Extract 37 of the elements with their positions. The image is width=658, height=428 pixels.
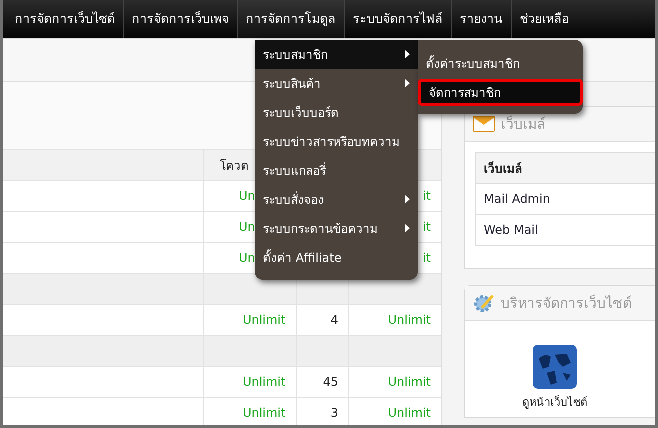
quota-cell: Un xyxy=(239,251,256,265)
gear-pencil-icon xyxy=(473,292,495,314)
menu-item[interactable]: ระบบสมาชิก xyxy=(255,40,418,69)
remaining-cell: it xyxy=(422,251,431,265)
remaining-cell: Unlimit xyxy=(388,313,431,327)
box-title: เว็บเมล์ xyxy=(501,114,546,135)
nav-menu-item[interactable]: การจัดการโมดูล xyxy=(238,0,345,38)
table-header: เว็บเมล์ xyxy=(484,160,522,178)
quota-cell: Un xyxy=(239,189,256,203)
box-title: บริหารจัดการเว็บไซต์ xyxy=(501,294,632,314)
column-header: โควต xyxy=(220,158,249,172)
quota-cell: Unlimit xyxy=(242,406,286,420)
shortcut-label[interactable]: ดูหน้าเว็บไซต์ xyxy=(522,393,588,411)
quota-cell: Un xyxy=(239,220,256,234)
menu-item[interactable]: ระบบข่าวสารหรือบทความ xyxy=(255,127,418,156)
used-cell: 45 xyxy=(323,375,338,389)
quota-cell: Unlimit xyxy=(242,375,286,389)
remaining-cell: Unlimit xyxy=(388,406,431,420)
menu-item[interactable]: ตั้งค่าระบบสมาชิก xyxy=(418,50,583,77)
webmail-link[interactable]: Web Mail xyxy=(484,223,538,237)
menu-item[interactable]: ระบบกระดานข้อความ xyxy=(255,214,418,243)
menu-item[interactable]: ระบบสั่งจอง xyxy=(255,185,418,214)
webmail-link[interactable]: Mail Admin xyxy=(484,192,550,206)
envelope-icon xyxy=(473,116,495,132)
menu-item[interactable]: ระบบแกลอรี่ xyxy=(255,156,418,185)
globe-icon[interactable] xyxy=(533,345,577,389)
remaining-cell: it xyxy=(422,189,431,203)
used-cell: 4 xyxy=(330,313,338,327)
used-cell: 3 xyxy=(330,406,338,420)
menu-item[interactable]: ระบบสินค้า xyxy=(255,69,418,98)
remaining-cell: Unlimit xyxy=(388,375,431,389)
menu-item[interactable]: ตั้งค่า Affiliate xyxy=(255,243,418,272)
remaining-cell: it xyxy=(422,220,431,234)
menu-item[interactable]: จัดการสมาชิก xyxy=(418,79,583,106)
nav-menu-item[interactable]: ช่วยเหลือ xyxy=(512,0,578,38)
quota-cell: Unlimit xyxy=(242,313,286,327)
menu-item[interactable]: ระบบเว็บบอร์ด xyxy=(255,98,418,127)
